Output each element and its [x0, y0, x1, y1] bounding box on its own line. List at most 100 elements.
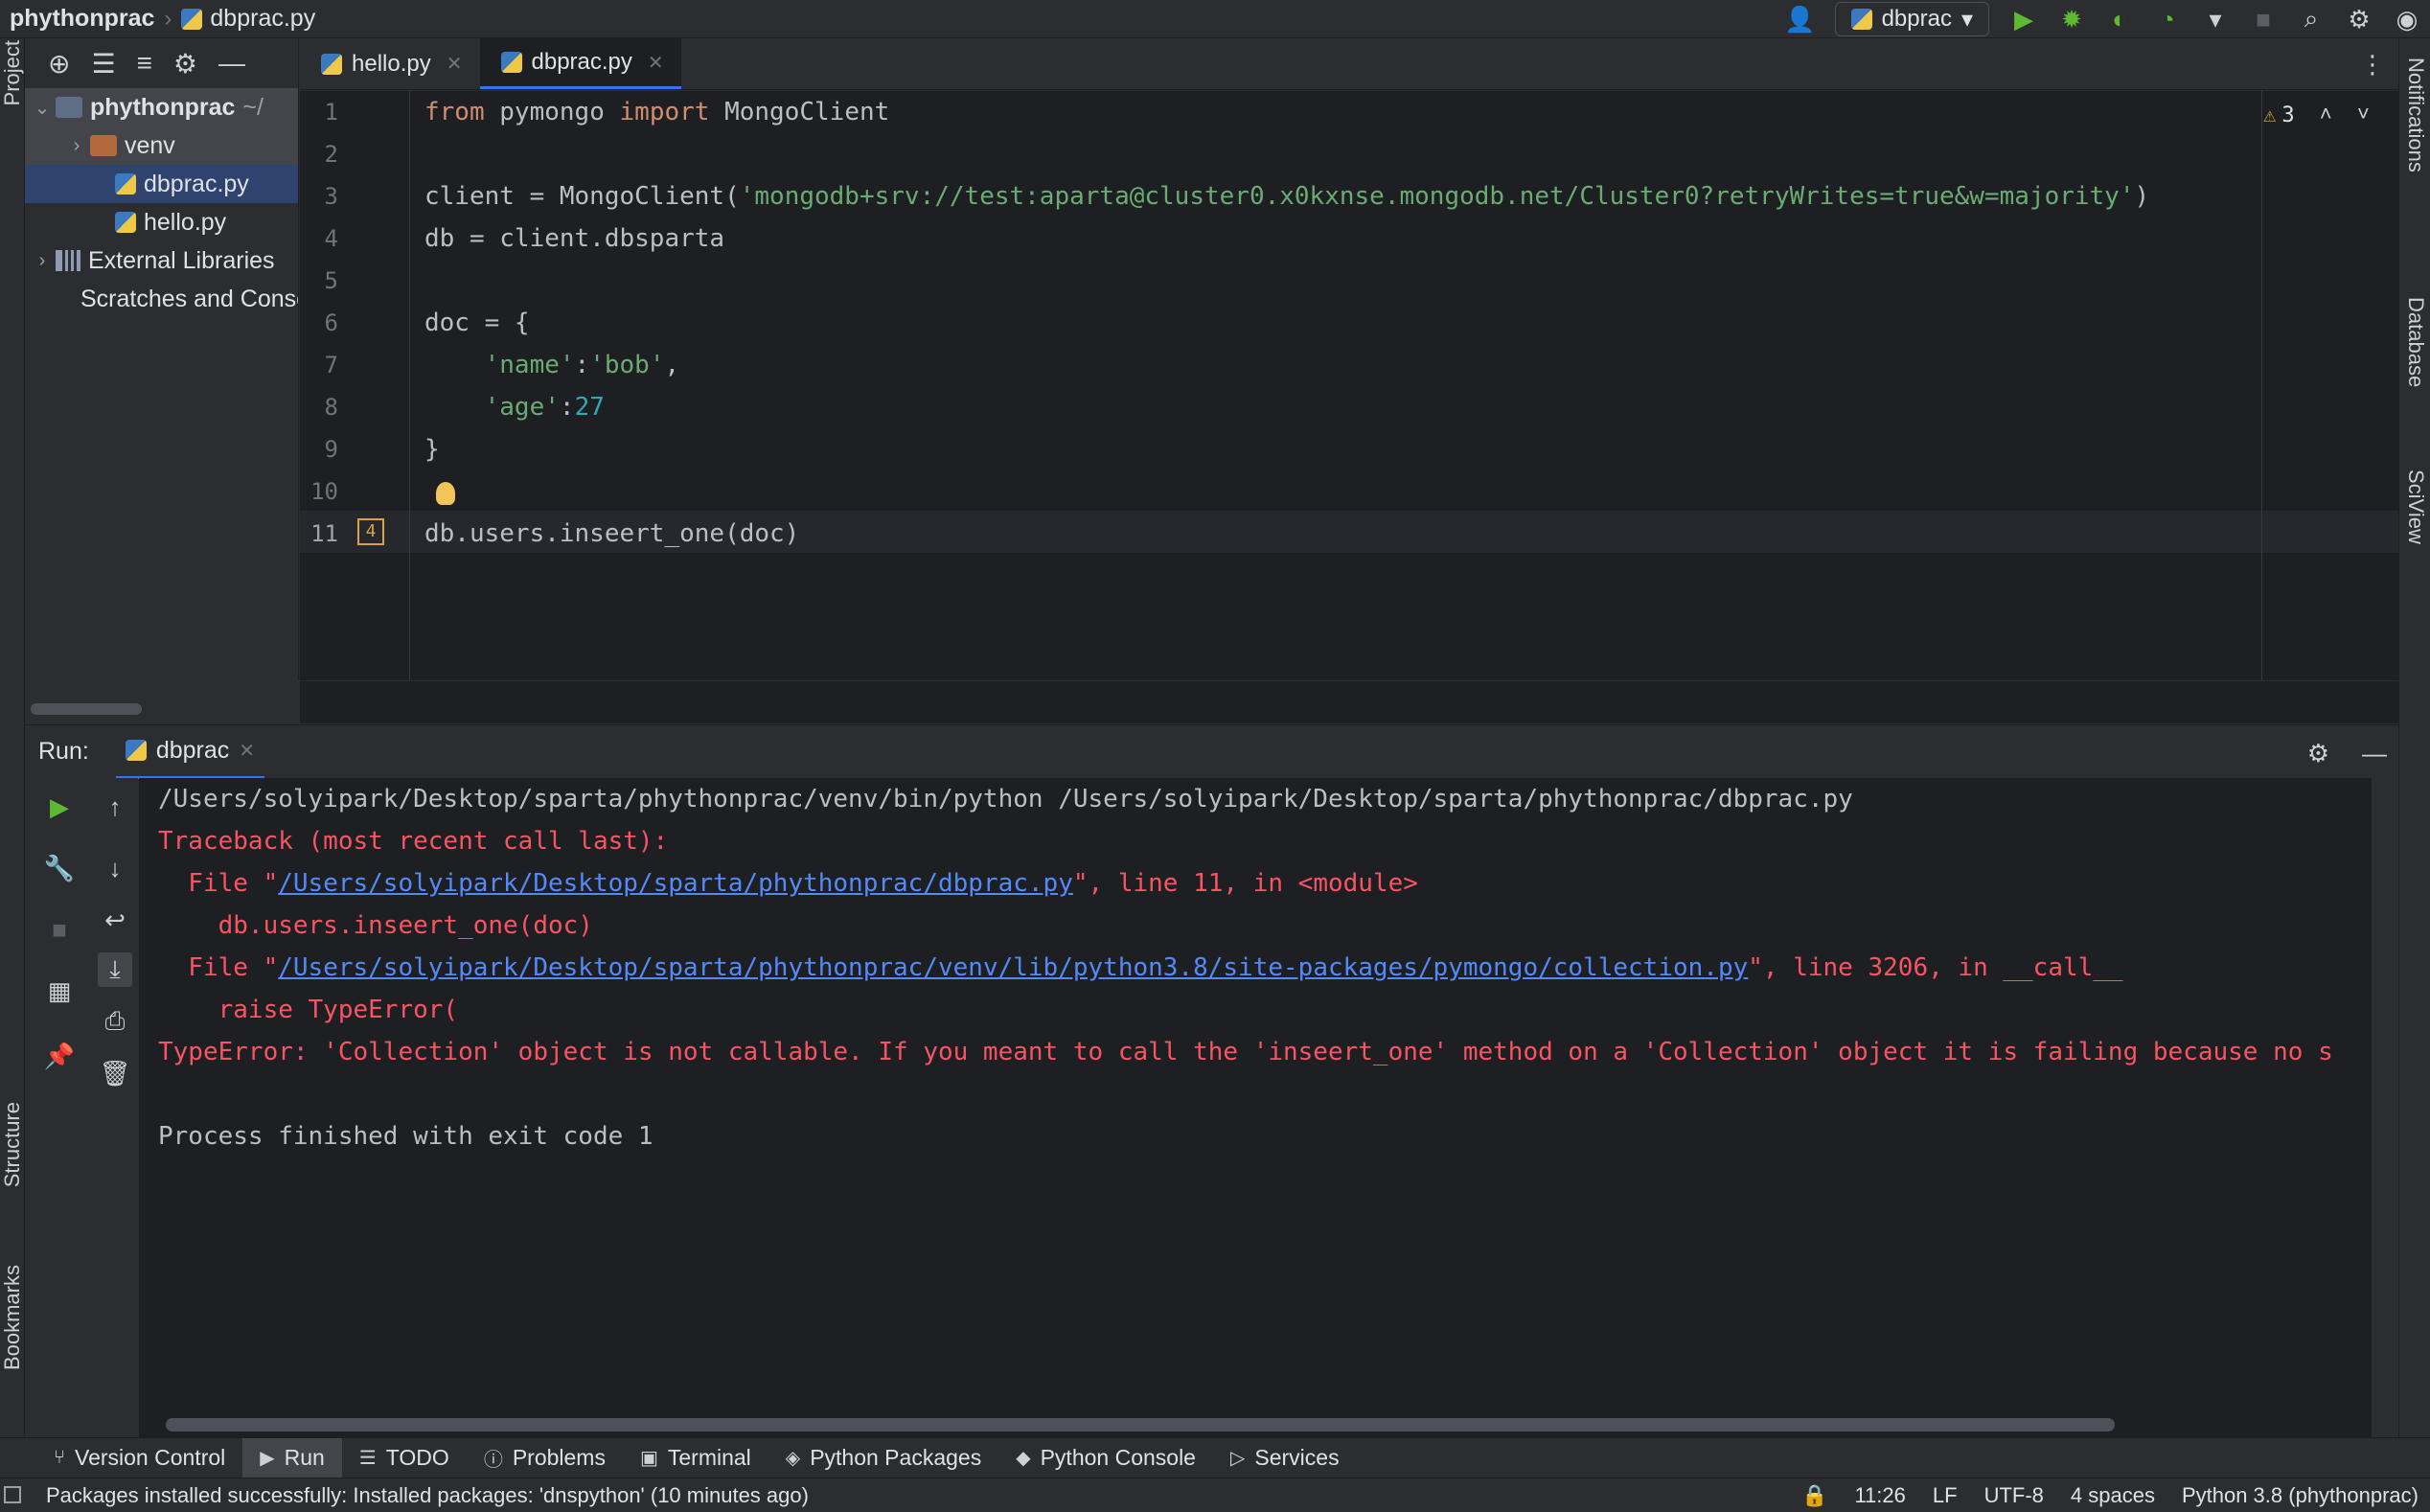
structure-tool-button[interactable]: Structure: [0, 1102, 25, 1187]
tree-item-hello[interactable]: hello.py: [25, 203, 298, 241]
tool-problems[interactable]: ⓘ Problems: [467, 1438, 623, 1478]
tree-item-venv[interactable]: › venv: [25, 126, 298, 165]
chevron-down-icon[interactable]: ⌄: [29, 96, 56, 120]
project-panel: ⊕ ☰ ≡ ⚙ — ⌄ phythonprac ~/ › venv dbprac…: [25, 38, 299, 723]
tab-hello[interactable]: hello.py ✕: [300, 38, 480, 89]
sciview-tool-button[interactable]: SciView: [2403, 470, 2428, 544]
code-line: from pymongo import MongoClient: [424, 98, 890, 126]
soft-wrap-icon[interactable]: ↩: [98, 903, 132, 937]
expand-all-icon[interactable]: ☰: [91, 48, 115, 80]
gear-icon[interactable]: ⚙: [2307, 739, 2329, 768]
tree-root[interactable]: ⌄ phythonprac ~/: [25, 88, 298, 126]
run-console-output[interactable]: /Users/solyipark/Desktop/sparta/phythonp…: [139, 778, 2372, 1410]
breadcrumb-file[interactable]: dbprac.py: [181, 5, 315, 33]
rerun-icon[interactable]: ▶: [42, 790, 77, 824]
search-icon[interactable]: ⌕: [2298, 4, 2325, 33]
console-horizontal-scrollbar[interactable]: [139, 1410, 2372, 1437]
file-encoding[interactable]: UTF-8: [1984, 1483, 2044, 1508]
pin-icon[interactable]: 📌: [42, 1039, 77, 1073]
line-number: 8: [324, 394, 338, 421]
caret-position[interactable]: 11:26: [1854, 1483, 1905, 1508]
run-tab-dbprac[interactable]: dbprac ✕: [115, 725, 265, 779]
tool-version-control[interactable]: ⑂ Version Control: [36, 1438, 242, 1478]
chevron-right-icon[interactable]: ›: [29, 250, 56, 272]
tool-python-console[interactable]: ◆ Python Console: [998, 1438, 1213, 1478]
warning-badge[interactable]: 4: [357, 518, 384, 545]
run-icon[interactable]: ▶: [2010, 5, 2037, 34]
line-number: 10: [310, 478, 338, 505]
toolbar-actions: 👤 dbprac ▾ ▶ ✹ ◐ ◔ ▾ ■ ⌕ ⚙ ◉: [1784, 0, 2430, 38]
scrollbar-thumb[interactable]: [31, 703, 142, 715]
code-line: db = client.dbsparta: [424, 224, 725, 253]
code-editor[interactable]: 1 2 3 4 5 6 7 8 9 10 11 4 from pymongo i…: [300, 91, 2398, 680]
python-interpreter[interactable]: Python 3.8 (phythonprac): [2182, 1483, 2419, 1508]
line-number: 2: [324, 141, 338, 168]
indent-setting[interactable]: 4 spaces: [2071, 1483, 2155, 1508]
notifications-tool-button[interactable]: Notifications: [2403, 57, 2428, 172]
tool-run[interactable]: ▶ Run: [242, 1437, 342, 1478]
project-tool-button[interactable]: Project: [0, 40, 25, 105]
python-icon: ◆: [1016, 1448, 1031, 1469]
line-number: 9: [324, 436, 338, 463]
tree-item-label: hello.py: [144, 208, 227, 236]
tool-services[interactable]: ▷ Services: [1213, 1438, 1357, 1478]
minimize-icon[interactable]: —: [2362, 739, 2387, 768]
scrollbar-thumb[interactable]: [166, 1418, 2115, 1432]
wrench-icon[interactable]: 🔧: [42, 851, 77, 885]
coverage-icon[interactable]: ◐: [2106, 5, 2133, 34]
scroll-to-end-icon[interactable]: ⤓: [98, 952, 132, 987]
tool-terminal[interactable]: ▣ Terminal: [623, 1438, 768, 1478]
chevron-right-icon[interactable]: ›: [63, 135, 90, 157]
gear-icon[interactable]: ⚙: [173, 48, 197, 80]
database-tool-button[interactable]: Database: [2403, 297, 2428, 387]
lightbulb-icon[interactable]: [436, 482, 455, 505]
tree-item-external-libraries[interactable]: › External Libraries: [25, 241, 298, 280]
user-icon[interactable]: 👤: [1784, 5, 1815, 34]
run-config-selector[interactable]: dbprac ▾: [1834, 2, 1989, 36]
status-square-icon[interactable]: [4, 1486, 21, 1503]
inspection-widget[interactable]: ⚠ 3 ˄ ˅: [2263, 103, 2370, 127]
run-icon: ▶: [260, 1448, 275, 1469]
python-file-icon: [500, 52, 522, 73]
stop-icon[interactable]: ■: [2250, 5, 2277, 34]
more-run-icon[interactable]: ▾: [2202, 5, 2229, 34]
debug-icon[interactable]: ✹: [2058, 5, 2085, 34]
trash-icon[interactable]: 🗑: [98, 1056, 132, 1090]
status-message[interactable]: Packages installed successfully: Install…: [46, 1483, 809, 1508]
tab-dbprac[interactable]: dbprac.py ✕: [479, 38, 681, 89]
chevron-down-icon[interactable]: ˅: [2357, 103, 2370, 127]
tree-item-dbprac[interactable]: dbprac.py: [25, 165, 298, 203]
traceback-file-link[interactable]: /Users/solyipark/Desktop/sparta/phythonp…: [278, 953, 1748, 982]
code-line: doc = {: [424, 309, 530, 337]
traceback-file-link[interactable]: /Users/solyipark/Desktop/sparta/phythonp…: [278, 869, 1073, 898]
close-icon[interactable]: ✕: [648, 51, 664, 75]
services-icon: ▷: [1229, 1448, 1246, 1469]
tree-item-scratches[interactable]: Scratches and Consoles: [25, 280, 298, 318]
list-icon: ☰: [358, 1448, 377, 1469]
project-scrollbar[interactable]: [25, 680, 299, 723]
tool-todo[interactable]: ☰ TODO: [342, 1438, 467, 1478]
profile-icon[interactable]: ◔: [2154, 5, 2181, 34]
close-icon[interactable]: ✕: [447, 52, 463, 76]
breadcrumb-project[interactable]: phythonprac: [10, 5, 154, 33]
problems-icon: ⓘ: [483, 1450, 503, 1471]
collapse-all-icon[interactable]: ≡: [137, 48, 152, 79]
console-vertical-scrollbar[interactable]: [2372, 778, 2398, 1437]
chevron-up-icon[interactable]: ˄: [2320, 103, 2332, 127]
layout-icon[interactable]: ▦: [42, 974, 77, 1008]
lock-icon[interactable]: 🔒: [1801, 1483, 1827, 1508]
more-icon[interactable]: ⋮: [2360, 50, 2385, 80]
bookmarks-tool-button[interactable]: Bookmarks: [0, 1265, 25, 1370]
ide-logo-icon[interactable]: ◉: [2394, 5, 2420, 34]
gear-icon[interactable]: ⚙: [2346, 5, 2373, 34]
stop-icon[interactable]: ■: [42, 912, 77, 947]
arrow-up-icon[interactable]: ↑: [98, 790, 132, 824]
run-panel-actions: ⚙ —: [2307, 739, 2387, 768]
locate-icon[interactable]: ⊕: [48, 48, 70, 80]
close-icon[interactable]: ✕: [239, 739, 255, 763]
print-icon[interactable]: ⎙: [98, 1004, 132, 1039]
minimize-icon[interactable]: —: [218, 48, 245, 79]
arrow-down-icon[interactable]: ↓: [98, 851, 132, 885]
line-separator[interactable]: LF: [1933, 1483, 1958, 1508]
tool-python-packages[interactable]: ◈ Python Packages: [768, 1438, 998, 1478]
